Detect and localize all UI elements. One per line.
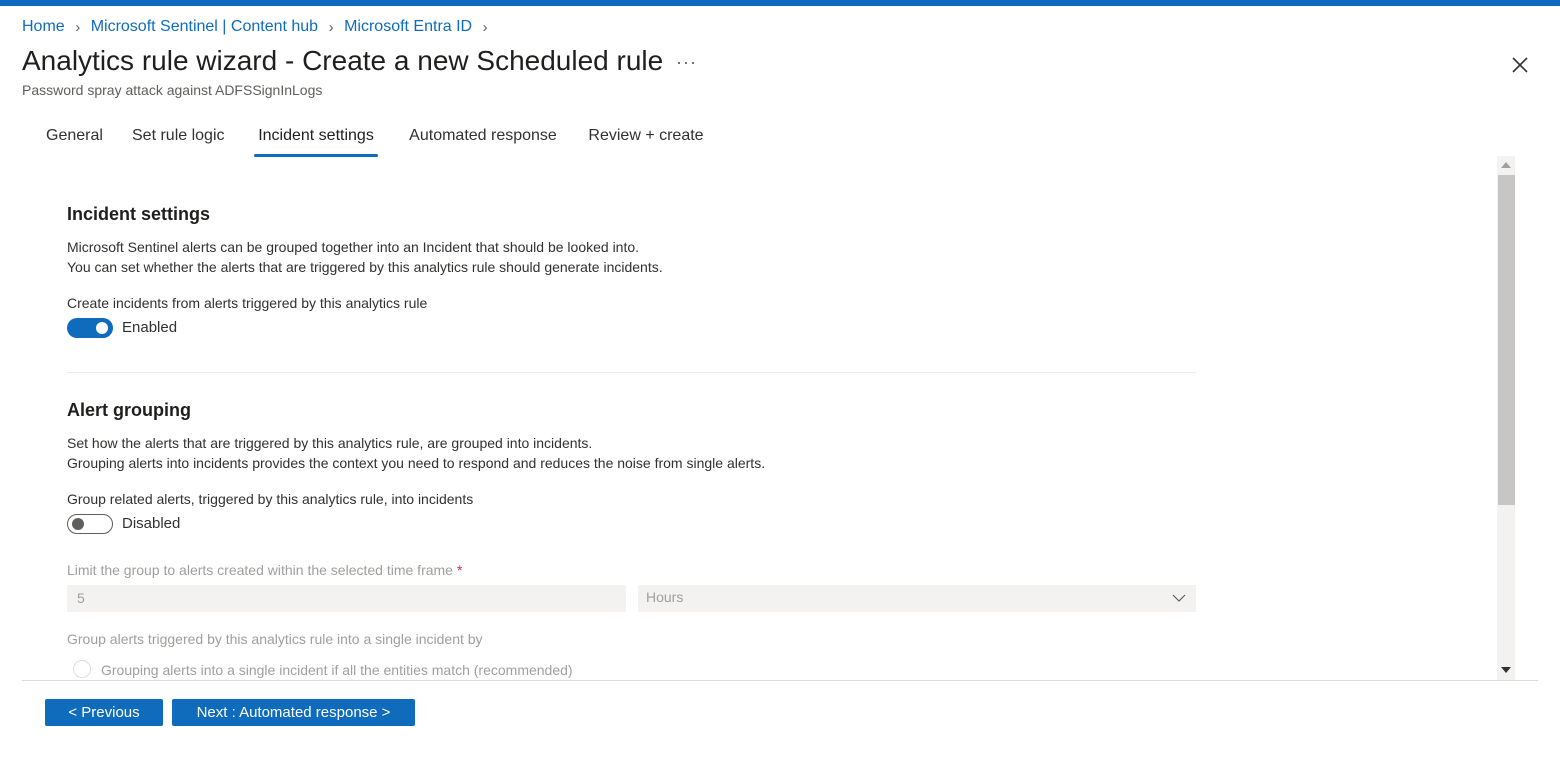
tab-review-create[interactable]: Review + create [588, 120, 704, 156]
breadcrumb-home[interactable]: Home [22, 18, 65, 36]
time-frame-label: Limit the group to alerts created within… [67, 562, 462, 578]
tab-set-rule-logic[interactable]: Set rule logic [132, 120, 225, 156]
breadcrumb-content-hub[interactable]: Microsoft Sentinel | Content hub [91, 18, 318, 36]
time-frame-input[interactable]: 5 [67, 585, 626, 612]
scroll-down-arrow-icon[interactable] [1501, 667, 1511, 673]
incident-settings-title: Incident settings [67, 204, 211, 224]
tab-general[interactable]: General [36, 120, 113, 156]
grouping-option-label: Grouping alerts into a single incident i… [101, 662, 573, 678]
footer-divider [22, 680, 1538, 681]
time-unit-select[interactable]: Hours [638, 585, 1196, 612]
breadcrumb: Home › Microsoft Sentinel | Content hub … [22, 16, 498, 38]
close-button[interactable] [1508, 53, 1532, 77]
group-related-toggle[interactable] [67, 514, 113, 534]
page-subtitle: Password spray attack against ADFSSignIn… [22, 82, 323, 98]
section-divider [67, 372, 1196, 373]
group-related-toggle-state: Disabled [122, 515, 181, 532]
create-incidents-toggle-state: Enabled [122, 319, 178, 336]
previous-button[interactable]: < Previous [45, 699, 163, 726]
top-accent-bar [0, 0, 1560, 6]
scrollbar-thumb[interactable] [1498, 175, 1515, 505]
toggle-knob [72, 518, 84, 530]
chevron-right-icon: › [482, 18, 488, 36]
alert-grouping-description-2: Grouping alerts into incidents provides … [67, 455, 766, 471]
grouping-option-radio[interactable] [73, 660, 91, 678]
alert-grouping-description-1: Set how the alerts that are triggered by… [67, 435, 593, 451]
vertical-scrollbar[interactable] [1497, 156, 1515, 680]
incident-settings-description-1: Microsoft Sentinel alerts can be grouped… [67, 239, 640, 255]
chevron-right-icon: › [328, 18, 334, 36]
time-frame-label-text: Limit the group to alerts created within… [67, 562, 453, 578]
alert-grouping-title: Alert grouping [67, 400, 191, 420]
tab-automated-response[interactable]: Automated response [408, 120, 558, 156]
incident-settings-description-2: You can set whether the alerts that are … [67, 259, 663, 275]
time-unit-value: Hours [646, 589, 684, 605]
breadcrumb-entra-id[interactable]: Microsoft Entra ID [344, 18, 472, 36]
tab-incident-settings[interactable]: Incident settings [254, 120, 378, 157]
create-incidents-label: Create incidents from alerts triggered b… [67, 295, 428, 311]
required-indicator: * [456, 562, 463, 578]
next-automated-response-button[interactable]: Next : Automated response > [172, 699, 415, 726]
chevron-right-icon: › [75, 18, 81, 36]
group-by-label: Group alerts triggered by this analytics… [67, 631, 483, 647]
group-related-label: Group related alerts, triggered by this … [67, 491, 474, 507]
chevron-down-icon [1172, 594, 1186, 602]
create-incidents-toggle[interactable] [67, 318, 113, 338]
more-options-icon[interactable]: ··· [676, 52, 697, 73]
wizard-content: Incident settings Microsoft Sentinel ale… [22, 156, 1494, 680]
page-title: Analytics rule wizard - Create a new Sch… [22, 45, 664, 76]
close-icon [1512, 57, 1528, 73]
scroll-up-arrow-icon[interactable] [1501, 162, 1511, 168]
toggle-knob [96, 322, 108, 334]
